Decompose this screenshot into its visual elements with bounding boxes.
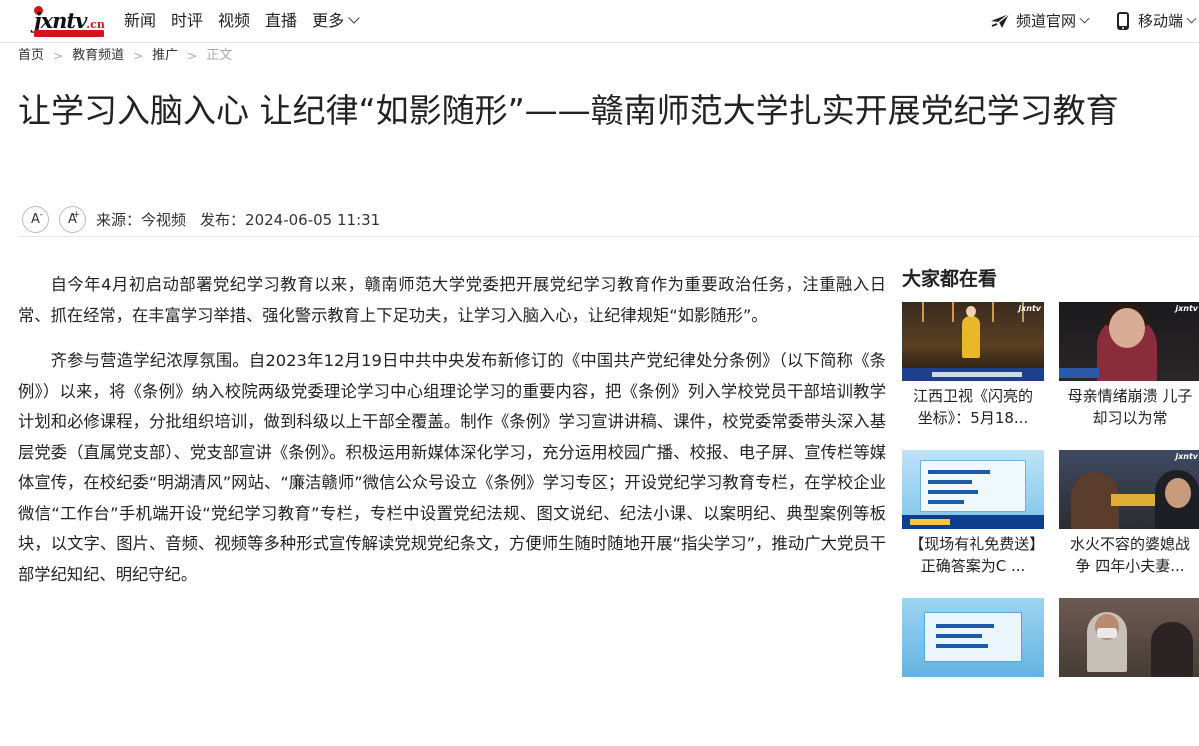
breadcrumb-promotion[interactable]: 推广 <box>152 47 178 65</box>
video-thumbnail <box>902 598 1044 677</box>
card-caption: 【现场有礼免费送】正确答案为C ... <box>909 535 1037 575</box>
channel-official-label: 频道官网 <box>1015 12 1076 30</box>
watermark-logo: jxntv <box>1018 304 1041 313</box>
font-decrease-sign: - <box>39 210 43 220</box>
nav-item-commentary[interactable]: 时评 <box>171 10 203 32</box>
paper-plane-icon <box>990 13 1010 28</box>
top-right-links: 频道官网 移动端 <box>964 10 1199 32</box>
video-thumbnail <box>902 450 1044 529</box>
popular-card[interactable] <box>902 598 1044 746</box>
nav-item-more[interactable]: 更多 <box>312 10 360 32</box>
font-decrease-label: A <box>31 212 40 227</box>
publish-label: 发布： <box>200 211 246 229</box>
phone-icon <box>1116 12 1129 30</box>
breadcrumb-separator: > <box>187 49 198 63</box>
channel-official-link[interactable]: 频道官网 <box>990 10 1090 32</box>
source-label: 来源： <box>96 211 142 229</box>
breadcrumb-current: 正文 <box>206 48 233 63</box>
article-paragraph: 齐参与营造学纪浓厚氛围。自2023年12月19日中共中央发布新修订的《中国共产党… <box>18 351 886 584</box>
watermark-logo: jxntv <box>1175 304 1198 313</box>
popular-card[interactable]: jxntv 水火不容的婆媳战争 四年小夫妻... <box>1059 450 1199 598</box>
popular-card[interactable]: 【现场有礼免费送】正确答案为C ... <box>902 450 1044 598</box>
video-thumbnail: jxntv <box>902 302 1044 381</box>
popular-card[interactable]: jxntv 江西卫视《闪亮的坐标》：5月18... <box>902 302 1044 450</box>
breadcrumb-home[interactable]: 首页 <box>18 47 44 65</box>
chevron-down-icon <box>348 12 360 24</box>
meta-divider <box>18 236 1199 237</box>
font-decrease-button[interactable]: A- <box>22 206 49 233</box>
top-navigation-bar: jxntv.cn 新闻 时评 视频 直播 更多 频道官网 移动端 <box>0 0 1199 43</box>
article-paragraph: 自今年4月初启动部署党纪学习教育以来，赣南师范大学党委把开展党纪学习教育作为重要… <box>18 275 886 325</box>
card-caption: 江西卫视《闪亮的坐标》：5月18... <box>912 387 1033 427</box>
nav-item-news[interactable]: 新闻 <box>124 10 156 32</box>
card-caption: 水火不容的婆媳战争 四年小夫妻... <box>1069 535 1190 575</box>
nav-more-label: 更多 <box>312 11 345 30</box>
main-nav: 新闻 时评 视频 直播 更多 <box>124 10 373 32</box>
nav-item-live[interactable]: 直播 <box>265 10 297 32</box>
article-title: 让学习入脑入心 让纪律“如影随形”——赣南师范大学扎实开展党纪学习教育 <box>18 91 1119 130</box>
popular-card[interactable] <box>1059 598 1199 746</box>
chevron-down-icon <box>1186 13 1197 23</box>
popular-grid: jxntv 江西卫视《闪亮的坐标》：5月18... jxntv 母亲情绪崩溃 儿… <box>902 302 1199 746</box>
nav-item-video[interactable]: 视频 <box>218 10 250 32</box>
logo-tagline-strip <box>34 30 104 37</box>
breadcrumb-education[interactable]: 教育频道 <box>72 47 124 65</box>
breadcrumb-separator: > <box>133 49 144 63</box>
font-increase-sign: + <box>72 210 80 220</box>
mobile-label: 移动端 <box>1137 12 1183 30</box>
font-increase-button[interactable]: A + <box>59 206 86 233</box>
watermark-logo: jxntv <box>1175 452 1198 461</box>
chevron-down-icon <box>1079 13 1090 23</box>
card-caption <box>902 677 1044 746</box>
video-thumbnail: jxntv <box>1059 302 1199 381</box>
article-meta: A- A + 来源： 今视频 发布： 2024-06-05 11:31 <box>22 206 380 233</box>
popular-sidebar: 大家都在看 jxntv 江西卫视《闪亮的坐标》：5月18... jxntv 母亲… <box>902 264 1199 746</box>
breadcrumb-separator: > <box>53 49 64 63</box>
card-caption <box>1059 677 1199 746</box>
source-value: 今视频 <box>141 211 187 229</box>
mobile-link[interactable]: 移动端 <box>1114 10 1197 32</box>
video-thumbnail: jxntv <box>1059 450 1199 529</box>
video-thumbnail <box>1059 598 1199 677</box>
site-logo[interactable]: jxntv.cn <box>30 6 106 38</box>
sidebar-title: 大家都在看 <box>902 268 998 290</box>
article-body: 自今年4月初启动部署党纪学习教育以来，赣南师范大学党委把开展党纪学习教育作为重要… <box>18 270 886 605</box>
card-caption: 母亲情绪崩溃 儿子却习以为常 <box>1067 387 1193 427</box>
popular-card[interactable]: jxntv 母亲情绪崩溃 儿子却习以为常 <box>1059 302 1199 450</box>
publish-time: 2024-06-05 11:31 <box>245 210 381 229</box>
breadcrumb: 首页 > 教育频道 > 推广 > 正文 <box>18 47 232 65</box>
